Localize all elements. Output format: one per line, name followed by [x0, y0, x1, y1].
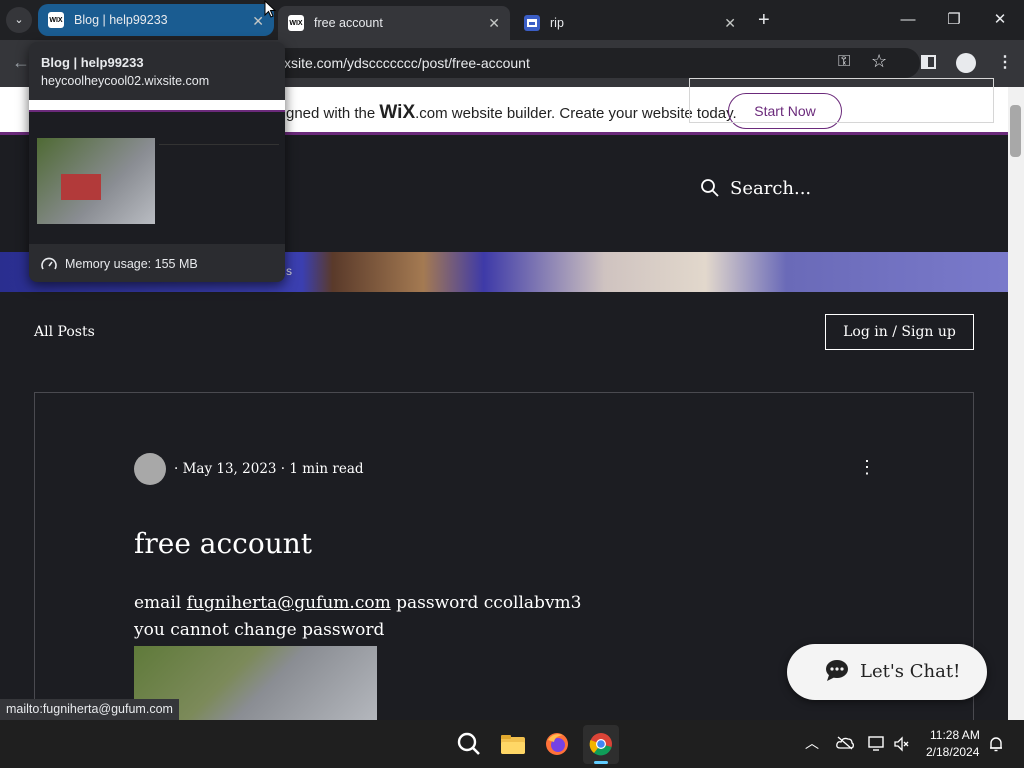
url-text: xsite.com/ydsccccccc/post/free-account [284, 55, 530, 71]
close-tab-icon[interactable]: ✕ [724, 15, 736, 32]
nav-fragment[interactable]: s [286, 264, 292, 278]
wix-promo-text: gned with the WiX.com website builder. C… [286, 102, 737, 123]
status-bar: mailto:fugniherta@gufum.com [0, 699, 179, 720]
menu-kebab-icon[interactable]: ⋮ [997, 52, 1013, 72]
memory-usage-text: Memory usage: 155 MB [65, 257, 198, 271]
tab-preview-thumbnail [29, 100, 285, 244]
avatar[interactable] [134, 453, 166, 485]
close-tab-icon[interactable]: ✕ [252, 13, 264, 30]
search-icon[interactable] [453, 728, 485, 760]
file-explorer-icon[interactable] [497, 728, 529, 760]
volume-muted-icon[interactable] [894, 736, 910, 752]
profile-icon[interactable] [956, 53, 976, 73]
wix-favicon-icon: WIX [48, 12, 64, 28]
scrollbar[interactable] [1008, 87, 1024, 720]
onedrive-icon[interactable] [836, 736, 854, 750]
back-icon[interactable]: ← [12, 52, 30, 73]
tab-title: rip [550, 16, 564, 30]
mouse-cursor-icon [264, 0, 276, 18]
close-tab-icon[interactable]: ✕ [488, 15, 500, 32]
tab-title: Blog | help99233 [74, 13, 168, 27]
post-body-line-2: you cannot change password [134, 620, 385, 640]
tab-search-button[interactable]: ⌄ [6, 7, 32, 33]
search-input[interactable] [689, 78, 994, 123]
side-panel-icon[interactable] [921, 55, 936, 69]
active-app-indicator [594, 761, 608, 764]
post-meta: · May 13, 2023 · 1 min read [174, 461, 364, 477]
read-time: 1 min read [289, 461, 364, 477]
memory-gauge-icon [41, 257, 57, 270]
hover-card-title: Blog | help99233 [41, 55, 144, 70]
post-title: free account [134, 527, 313, 560]
wix-favicon-icon: WIX [288, 15, 304, 31]
search-placeholder: Search... [730, 178, 812, 199]
tab-blog[interactable]: WIX Blog | help99233 ✕ [38, 4, 274, 36]
wix-logo: WiX [379, 102, 416, 123]
post-body-line-1: email fugniherta@gufum.com password ccol… [134, 593, 582, 613]
taskbar-date[interactable]: 2/18/2024 [926, 745, 979, 759]
chrome-icon[interactable] [585, 728, 617, 760]
scrollbar-thumb[interactable] [1010, 105, 1021, 157]
new-tab-icon[interactable]: + [758, 9, 770, 32]
bookmark-star-icon[interactable]: ☆ [871, 51, 887, 72]
tab-rip[interactable]: rip ✕ [514, 6, 746, 40]
search-icon [701, 179, 719, 197]
network-icon[interactable] [868, 736, 886, 752]
chat-label: Let's Chat! [860, 661, 961, 682]
minimize-icon[interactable]: — [888, 8, 928, 32]
restore-icon[interactable]: ❐ [934, 8, 974, 32]
firefox-icon[interactable] [541, 728, 573, 760]
tab-hover-card: Blog | help99233 heycoolheycool02.wixsit… [29, 42, 285, 282]
all-posts-link[interactable]: All Posts [34, 324, 95, 340]
tab-strip: ⌄ WIX Blog | help99233 ✕ WIX free accoun… [0, 0, 1024, 40]
chat-bubble-icon [826, 660, 848, 681]
tab-title: free account [314, 16, 383, 30]
login-signup-button[interactable]: Log in / Sign up [825, 314, 974, 350]
tab-free-account[interactable]: WIX free account ✕ [278, 6, 510, 40]
chevron-up-icon[interactable]: ︿ [805, 733, 819, 753]
taskbar-time[interactable]: 11:28 AM [930, 728, 980, 742]
post-date: May 13, 2023 [182, 461, 277, 477]
email-link[interactable]: fugniherta@gufum.com [187, 593, 391, 613]
hover-card-url: heycoolheycool02.wixsite.com [41, 74, 210, 88]
close-window-icon[interactable]: ✕ [980, 8, 1020, 32]
notification-bell-icon[interactable] [988, 736, 1004, 752]
password-key-icon[interactable]: ⚿ [838, 53, 850, 71]
more-options-icon[interactable]: ⋮ [858, 458, 876, 476]
app-favicon-icon [524, 15, 540, 31]
